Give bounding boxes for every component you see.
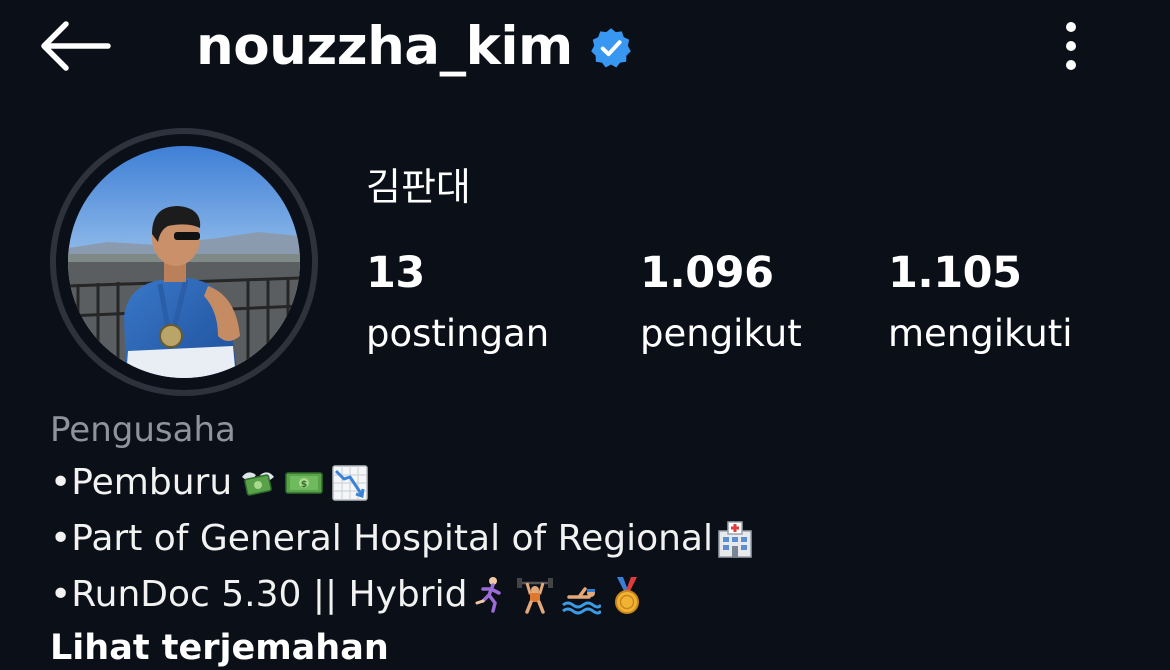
posts-count[interactable]: 13 postingan xyxy=(366,248,550,355)
following-count-value: 1.105 xyxy=(888,248,1022,298)
back-button[interactable] xyxy=(36,18,112,74)
following-count[interactable]: 1.105 mengikuti xyxy=(888,248,1073,355)
bio-line-text: •RunDoc 5.30 || Hybrid xyxy=(50,574,468,615)
profile-screen: nouzzha_kim 김판대 13 postingan 1.096 pengi… xyxy=(0,0,1170,670)
bio-line: •Part of General Hospital of Regional xyxy=(50,511,1150,567)
hospital-icon xyxy=(715,519,755,559)
following-count-label: mengikuti xyxy=(888,312,1073,355)
avatar xyxy=(68,146,300,378)
dollar-banknote-icon: $ xyxy=(284,463,324,503)
avatar-gap xyxy=(56,134,312,390)
svg-text:$: $ xyxy=(301,480,307,490)
display-name: 김판대 xyxy=(366,165,471,209)
more-options-button[interactable] xyxy=(1046,14,1096,78)
posts-count-value: 13 xyxy=(366,248,425,298)
see-translation-link[interactable]: Lihat terjemahan xyxy=(50,623,1150,670)
person-lifting-weights-icon xyxy=(515,575,555,615)
sports-medal-icon xyxy=(607,575,647,615)
posts-count-label: postingan xyxy=(366,312,550,355)
bio-line: •Pemburu $ xyxy=(50,455,1150,511)
more-vertical-icon xyxy=(1066,22,1076,70)
bio-line-text: •Pemburu xyxy=(50,462,233,503)
person-swimming-icon xyxy=(561,575,602,615)
followers-count-label: pengikut xyxy=(640,312,802,355)
avatar-ring[interactable] xyxy=(50,128,318,396)
username-header: nouzzha_kim xyxy=(196,8,633,84)
bio: Pengusaha •Pemburu $ •Part of General Ho… xyxy=(50,405,1150,670)
username: nouzzha_kim xyxy=(196,15,573,77)
verified-badge-icon xyxy=(590,28,631,68)
arrow-left-icon xyxy=(41,21,111,71)
money-with-wings-icon xyxy=(238,463,278,503)
bio-line: •RunDoc 5.30 || Hybrid xyxy=(50,567,1150,623)
bio-category: Pengusaha xyxy=(50,410,236,450)
woman-running-icon xyxy=(469,575,509,615)
chart-decreasing-icon xyxy=(330,463,370,503)
bio-line-text: •Part of General Hospital of Regional xyxy=(50,518,713,559)
followers-count-value: 1.096 xyxy=(640,248,774,298)
followers-count[interactable]: 1.096 pengikut xyxy=(640,248,802,355)
